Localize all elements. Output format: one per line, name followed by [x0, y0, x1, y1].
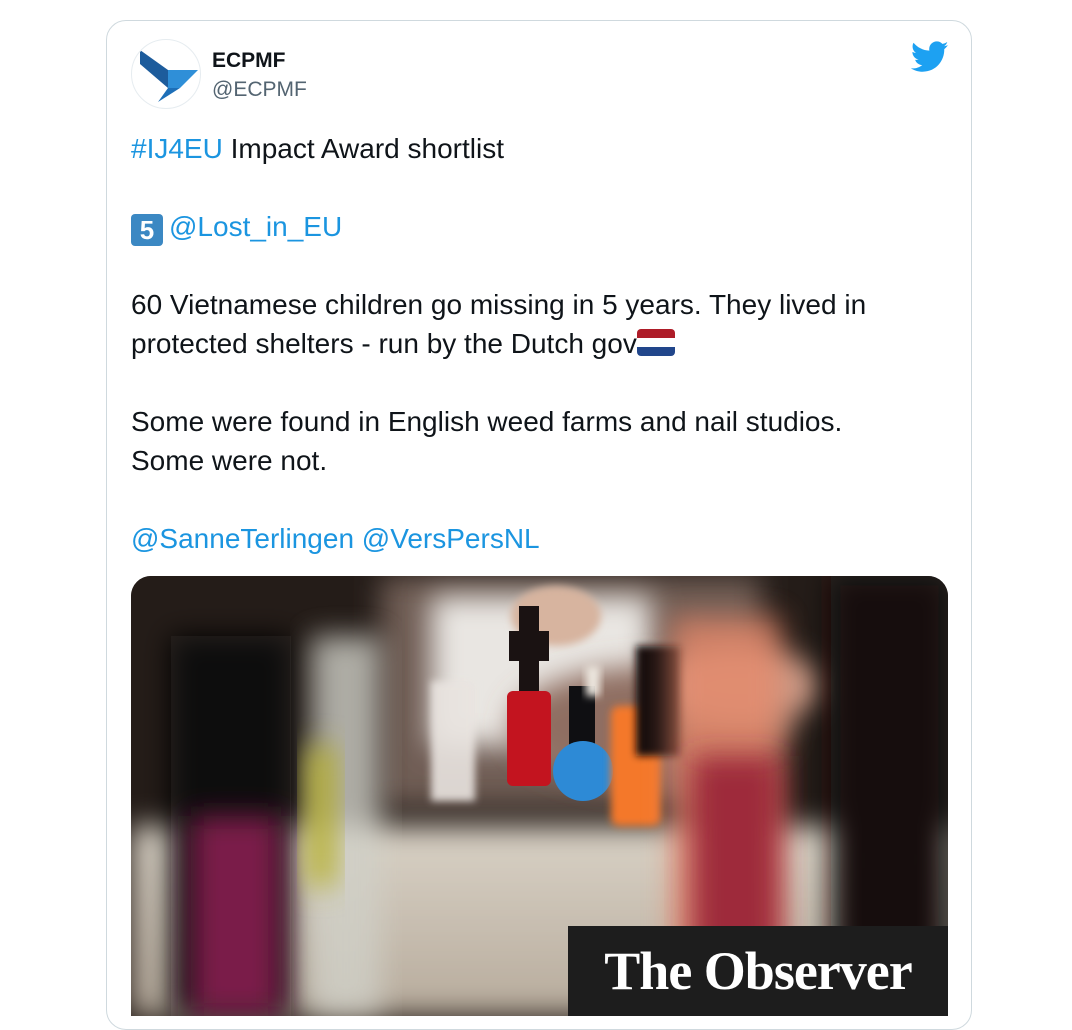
twitter-bird-icon[interactable] [911, 41, 949, 73]
paragraph-1-text: 60 Vietnamese children go missing in 5 y… [131, 289, 867, 359]
author-handle[interactable]: @ECPMF [212, 78, 307, 102]
paragraph-2-line-1: Some were found in English weed farms an… [131, 406, 843, 437]
netherlands-flag-icon [636, 329, 675, 356]
keycap-5-icon: 5 [131, 214, 163, 246]
title-text: Impact Award shortlist [222, 133, 504, 164]
hashtag-link[interactable]: #IJ4EU [131, 133, 223, 164]
ecpmf-logo-icon [140, 50, 198, 102]
mention-sanne-terlingen[interactable]: @SanneTerlingen [131, 523, 354, 554]
avatar[interactable] [131, 39, 201, 109]
the-observer-logo: The Observer [568, 926, 948, 1016]
tweet-mentions: @SanneTerlingen @VersPersNL [131, 519, 941, 558]
tweet-paragraph-1: 60 Vietnamese children go missing in 5 y… [131, 285, 941, 363]
mention-lost-in-eu[interactable]: @Lost_in_EU [169, 211, 342, 242]
tweet-line-entry: 5 @Lost_in_EU [131, 207, 941, 246]
paragraph-2-line-2: Some were not. [131, 445, 328, 476]
tweet-text: #IJ4EU Impact Award shortlist 5 @Lost_in_… [131, 129, 941, 558]
tweet-paragraph-2: Some were found in English weed farms an… [131, 402, 941, 480]
author-name[interactable]: ECPMF [212, 49, 286, 73]
media-image[interactable]: The Observer [131, 576, 948, 1016]
tweet-line-title: #IJ4EU Impact Award shortlist [131, 129, 941, 168]
tweet-card[interactable]: ECPMF @ECPMF #IJ4EU Impact Award shortli… [106, 20, 972, 1030]
mention-verspers-nl[interactable]: @VersPersNL [362, 523, 540, 554]
